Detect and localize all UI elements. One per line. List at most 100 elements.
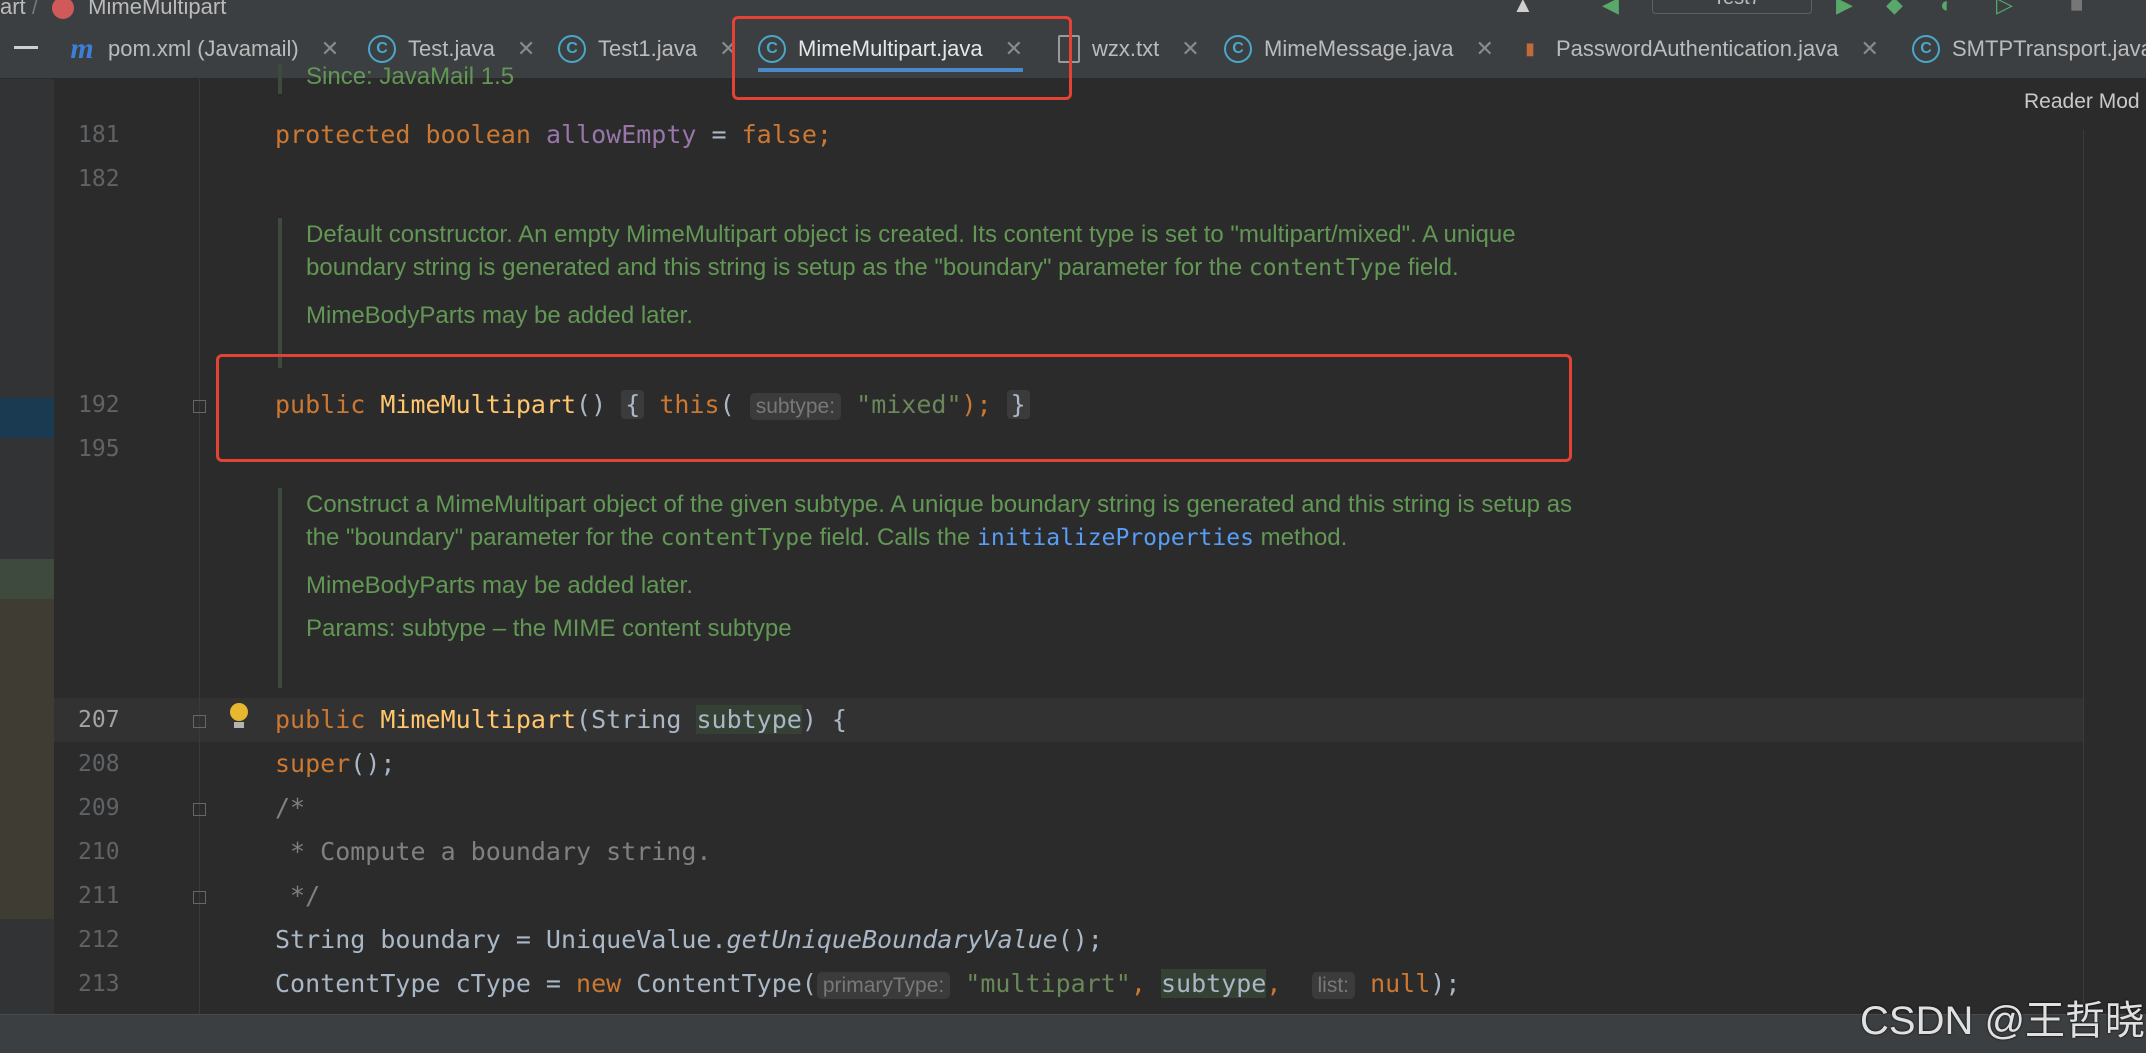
- code-text: ContentType(: [621, 969, 817, 998]
- line-number: 181: [78, 122, 120, 148]
- watermark: CSDN @王哲晓: [1860, 999, 2146, 1043]
- punctuation: ) {: [801, 705, 847, 734]
- string-literal: "multipart": [965, 969, 1131, 998]
- profile-icon[interactable]: ▷: [1996, 0, 2013, 18]
- fold-guide: [199, 79, 200, 1014]
- keyword: boolean: [425, 120, 531, 149]
- code-line-212[interactable]: String boundary = UniqueValue.getUniqueB…: [275, 925, 1103, 954]
- run-icon[interactable]: ▶: [1836, 0, 1853, 18]
- doc-text: method.: [1253, 524, 1348, 551]
- keyword: protected: [275, 120, 411, 149]
- back-icon[interactable]: ◀: [1602, 0, 1619, 18]
- line-number: 182: [78, 166, 120, 192]
- doc-paragraph: MimeBodyParts may be added later.: [306, 302, 693, 329]
- gutter-marker: [0, 599, 54, 919]
- class-icon: [52, 0, 75, 20]
- operator: =: [696, 120, 742, 149]
- punctuation: ,: [1266, 969, 1297, 998]
- reader-mode-button[interactable]: Reader Mod: [2024, 90, 2140, 114]
- punctuation: ();: [1057, 925, 1103, 954]
- tab-label: SMTPTransport.java: [1952, 36, 2146, 61]
- doc-text: field. Calls the: [812, 524, 977, 551]
- parameter-name: subtype: [1160, 969, 1267, 998]
- code-line-181[interactable]: protected boolean allowEmpty = false;: [275, 120, 832, 149]
- status-bar: [0, 1014, 2146, 1053]
- punctuation: (String: [576, 705, 697, 734]
- code-line-208[interactable]: super();: [275, 749, 395, 778]
- code-text: String boundary = UniqueValue.: [275, 925, 727, 954]
- doc-link[interactable]: initializeProperties: [977, 525, 1254, 551]
- java-run-class-icon: C: [558, 35, 586, 63]
- java-class-icon: C: [1224, 35, 1252, 63]
- maven-icon: m: [70, 32, 94, 65]
- stop-icon[interactable]: ■: [2070, 0, 2083, 18]
- close-icon[interactable]: ✕: [321, 36, 339, 62]
- line-number: 195: [78, 436, 120, 462]
- javadoc-default-constructor: Default constructor. An empty MimeMultip…: [278, 218, 1578, 368]
- coverage-icon[interactable]: ◐: [1940, 0, 1953, 18]
- highlight-box-tab: [732, 16, 1072, 100]
- tab-label: pom.xml (Javamail): [108, 36, 299, 61]
- parameter-name: subtype: [696, 705, 802, 734]
- line-number: 192: [78, 392, 120, 418]
- code-text: ContentType cType =: [275, 969, 577, 998]
- punctuation: ();: [350, 749, 396, 778]
- line-number: 213: [78, 971, 120, 997]
- code-line-213[interactable]: ContentType cType = new ContentType(prim…: [275, 969, 1461, 999]
- tab-label: Test.java: [408, 36, 495, 61]
- doc-paragraph: Default constructor. An empty MimeMultip…: [306, 218, 1578, 285]
- user-icon[interactable]: ▲: [1512, 0, 1534, 18]
- literal: null: [1370, 969, 1431, 998]
- java-run-class-icon: C: [368, 35, 396, 63]
- punctuation: );: [1430, 969, 1461, 998]
- breadcrumb[interactable]: art / MimeMultipart: [0, 0, 226, 20]
- tab-label: PasswordAuthentication.java: [1556, 36, 1839, 61]
- fold-toggle-icon[interactable]: [193, 803, 206, 816]
- punctuation: ;: [816, 120, 832, 149]
- fold-toggle-icon[interactable]: [193, 715, 206, 728]
- code-line-210[interactable]: * Compute a boundary string.: [275, 837, 711, 866]
- close-icon[interactable]: ✕: [517, 36, 535, 62]
- line-number: 211: [78, 883, 120, 909]
- keyword: new: [576, 969, 622, 998]
- punctuation: ,: [1130, 969, 1161, 998]
- code-line-211[interactable]: */: [275, 881, 320, 910]
- run-config-label: Test7: [1713, 0, 1761, 9]
- method-name: MimeMultipart: [380, 705, 577, 734]
- breadcrumb-file[interactable]: MimeMultipart: [88, 0, 226, 19]
- line-number: 212: [78, 927, 120, 953]
- line-number: 207: [78, 707, 120, 733]
- javadoc-subtype-constructor: Construct a MimeMultipart object of the …: [278, 488, 1578, 688]
- doc-params: Params: subtype – the MIME content subty…: [306, 615, 792, 642]
- keyword: public: [275, 705, 366, 734]
- breadcrumb-separator: /: [31, 0, 45, 19]
- tab-label: Test1.java: [598, 36, 698, 61]
- parameter-hint: list:: [1311, 972, 1356, 999]
- keyword: super: [275, 749, 351, 778]
- code-line-209[interactable]: /*: [275, 793, 305, 822]
- doc-paragraph: Construct a MimeMultipart object of the …: [306, 488, 1586, 555]
- close-icon[interactable]: ✕: [1861, 36, 1879, 62]
- debug-icon[interactable]: ◆: [1886, 0, 1903, 18]
- run-config-select[interactable]: Test7: [1652, 0, 1812, 14]
- top-toolbar: art / MimeMultipart Test7 ▶ ◆ ◐ ▷ ■ ▲ ◀: [0, 0, 2146, 20]
- field-name: allowEmpty: [545, 120, 697, 149]
- tab-smtptransport-java[interactable]: C SMTPTransport.java: [1912, 20, 2146, 78]
- fold-toggle-icon[interactable]: [193, 891, 206, 904]
- line-number: 208: [78, 751, 120, 777]
- breadcrumb-parent[interactable]: art: [0, 0, 26, 19]
- tab-label: MimeMessage.java: [1264, 36, 1454, 61]
- literal: false: [741, 120, 817, 149]
- code-line-207[interactable]: public MimeMultipart(String subtype) {: [275, 705, 847, 734]
- right-margin-guide: [2083, 130, 2084, 1010]
- line-number-gutter: [54, 79, 200, 1014]
- close-icon[interactable]: ✕: [1181, 36, 1199, 62]
- fold-toggle-icon[interactable]: [193, 400, 206, 413]
- doc-paragraph: MimeBodyParts may be added later.: [306, 572, 693, 599]
- highlight-box-constructor: [216, 354, 1572, 462]
- lightbulb-icon[interactable]: [228, 703, 250, 728]
- line-number: 209: [78, 795, 120, 821]
- close-icon[interactable]: ✕: [1476, 36, 1494, 62]
- gutter-marker: [0, 398, 54, 438]
- collapse-icon[interactable]: [14, 46, 38, 49]
